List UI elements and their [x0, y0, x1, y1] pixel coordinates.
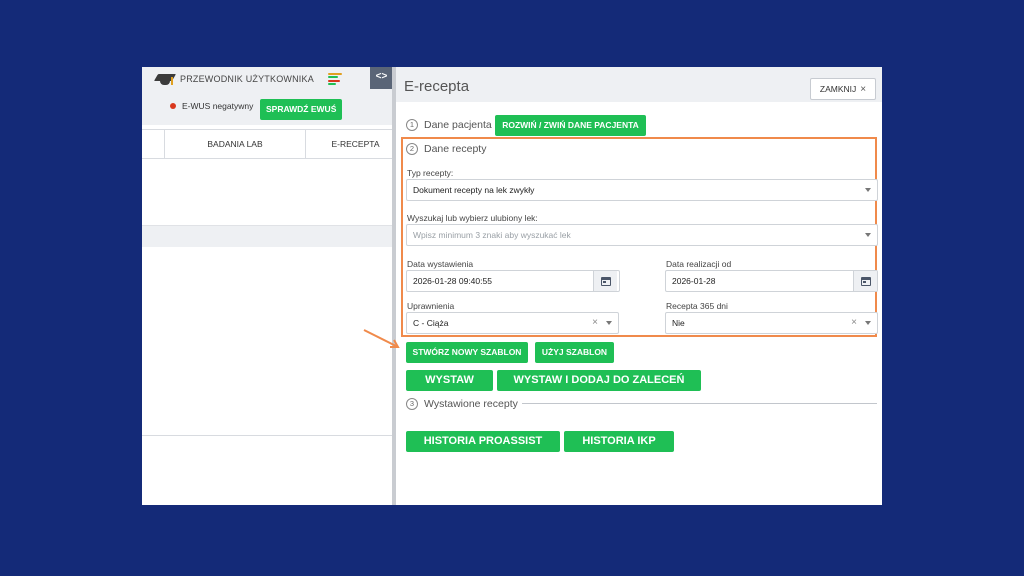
step-2-number: 2 — [406, 143, 418, 155]
issue-and-add-button[interactable]: WYSTAW I DODAJ DO ZALECEŃ — [497, 370, 701, 391]
tab-badania-lab[interactable]: BADANIA LAB — [164, 130, 305, 159]
realization-date-calendar-button[interactable] — [853, 271, 877, 291]
left-app-pane: PRZEWODNIK UŻYTKOWNIKA E-WUS negatywny S… — [142, 67, 392, 505]
step-2-label: Dane recepty — [424, 143, 487, 155]
realization-date-label: Data realizacji od — [666, 259, 732, 269]
chevron-down-icon — [865, 188, 871, 192]
entitlements-select[interactable]: C - Ciąża × — [406, 312, 619, 334]
entitlements-value: C - Ciąża — [413, 318, 449, 328]
section-divider — [522, 403, 877, 404]
step-dane-recepty: 2 Dane recepty — [406, 143, 486, 155]
drug-search-input[interactable]: Wpisz minimum 3 znaki aby wyszukać lek — [406, 224, 878, 246]
issue-date-label: Data wystawienia — [407, 259, 474, 269]
close-button-label: ZAMKNIJ — [819, 84, 857, 94]
prescription-type-label: Typ recepty: — [407, 168, 454, 178]
check-ewus-button[interactable]: SPRAWDŹ EWUŚ — [260, 99, 343, 120]
create-template-button[interactable]: STWÓRZ NOWY SZABLON — [406, 342, 528, 363]
status-dot-icon — [170, 103, 176, 109]
toggle-patient-data-button[interactable]: ROZWIŃ / ZWIŃ DANE PACJENTA — [495, 115, 646, 136]
recepta-365-value: Nie — [672, 318, 685, 328]
clear-icon[interactable]: × — [592, 313, 598, 333]
ewus-status: E-WUS negatywny — [170, 101, 253, 111]
calendar-icon — [860, 276, 871, 286]
clear-icon[interactable]: × — [851, 313, 857, 333]
graduation-cap-icon — [153, 71, 177, 87]
app-screen: PRZEWODNIK UŻYTKOWNIKA E-WUS negatywny S… — [142, 67, 882, 505]
left-header: PRZEWODNIK UŻYTKOWNIKA E-WUS negatywny S… — [142, 67, 392, 125]
step-wystawione-recepty: 3 Wystawione recepty — [406, 398, 518, 410]
e-recepta-panel: E-recepta ZAMKNIJ × 1 Dane pacjenta ROZW… — [396, 67, 882, 505]
step-1-label: Dane pacjenta — [424, 119, 492, 131]
history-ikp-button[interactable]: HISTORIA IKP — [564, 431, 674, 452]
tab-e-recepta[interactable]: E-RECEPTA — [305, 130, 405, 159]
prescription-type-value: Dokument recepty na lek zwykły — [413, 185, 535, 195]
calendar-icon — [600, 276, 611, 286]
prescription-type-select[interactable]: Dokument recepty na lek zwykły — [406, 179, 878, 201]
ewus-status-label: E-WUS negatywny — [182, 101, 254, 111]
colored-list-icon[interactable] — [327, 72, 342, 86]
realization-date-value: 2026-01-28 — [672, 276, 716, 286]
user-guide-label: PRZEWODNIK UŻYTKOWNIKA — [180, 74, 314, 84]
panel-header: E-recepta ZAMKNIJ × — [396, 67, 882, 102]
history-proassist-button[interactable]: HISTORIA PROASSIST — [406, 431, 560, 452]
issue-button[interactable]: WYSTAW — [406, 370, 493, 391]
left-section-band — [142, 225, 392, 247]
chevron-down-icon — [865, 321, 871, 325]
step-3-number: 3 — [406, 398, 418, 410]
chevron-down-icon — [865, 233, 871, 237]
left-tabs: BADANIA LAB E-RECEPTA — [142, 129, 392, 159]
recepta-365-label: Recepta 365 dni — [666, 301, 728, 311]
drug-search-placeholder: Wpisz minimum 3 znaki aby wyszukać lek — [413, 230, 571, 240]
recepta-365-select[interactable]: Nie × — [665, 312, 878, 334]
step-3-label: Wystawione recepty — [424, 398, 518, 410]
step-1-number: 1 — [406, 119, 418, 131]
left-divider-line — [142, 435, 392, 436]
issue-date-calendar-button[interactable] — [593, 271, 617, 291]
close-button[interactable]: ZAMKNIJ × — [810, 78, 876, 100]
realization-date-input[interactable]: 2026-01-28 — [665, 270, 878, 292]
issue-date-value: 2026-01-28 09:40:55 — [413, 276, 492, 286]
step-dane-pacjenta: 1 Dane pacjenta — [406, 119, 492, 131]
panel-title: E-recepta — [404, 78, 470, 95]
issue-date-input[interactable]: 2026-01-28 09:40:55 — [406, 270, 620, 292]
drug-search-label: Wyszukaj lub wybierz ulubiony lek: — [407, 213, 538, 223]
entitlements-label: Uprawnienia — [407, 301, 455, 311]
pointer-arrow-icon — [363, 329, 400, 348]
user-guide-link[interactable]: PRZEWODNIK UŻYTKOWNIKA — [153, 71, 342, 87]
collapse-toggle-button[interactable]: <> — [370, 67, 393, 89]
use-template-button[interactable]: UŻYJ SZABLON — [535, 342, 614, 363]
close-icon: × — [860, 83, 867, 95]
chevron-down-icon — [606, 321, 612, 325]
